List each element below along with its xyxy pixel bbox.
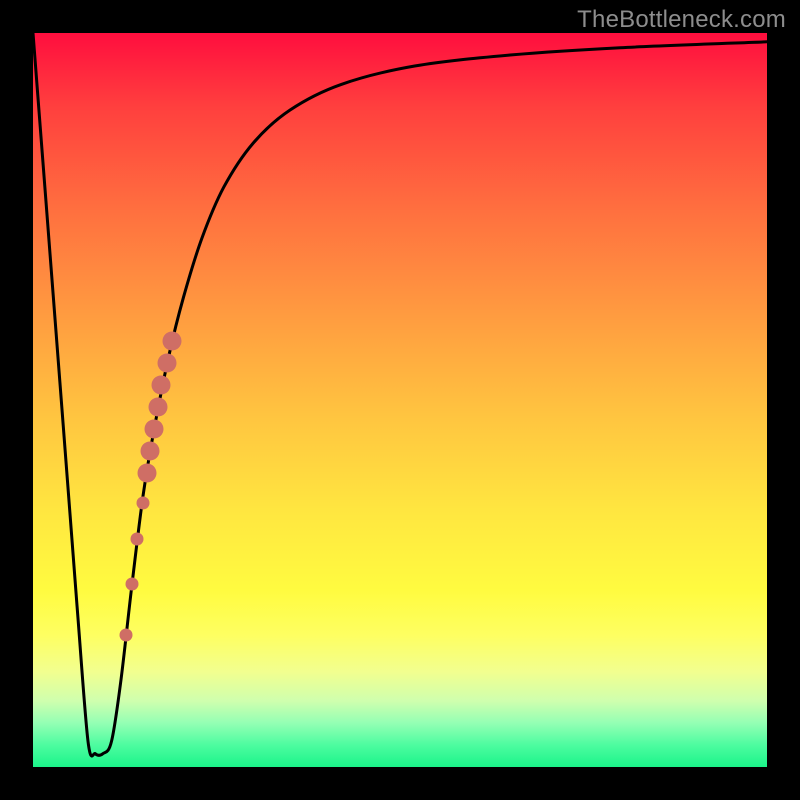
bottleneck-curve <box>33 33 767 756</box>
data-marker <box>131 533 144 546</box>
data-marker <box>145 420 164 439</box>
data-marker <box>137 464 156 483</box>
data-marker <box>137 496 150 509</box>
data-marker <box>157 354 176 373</box>
chart-frame: TheBottleneck.com <box>0 0 800 800</box>
data-marker <box>163 332 182 351</box>
plot-area <box>33 33 767 767</box>
data-marker <box>120 628 133 641</box>
data-marker <box>126 577 139 590</box>
data-marker <box>141 442 160 461</box>
watermark-text: TheBottleneck.com <box>577 6 786 34</box>
data-marker <box>152 376 171 395</box>
data-marker <box>148 398 167 417</box>
curve-svg <box>33 33 767 767</box>
